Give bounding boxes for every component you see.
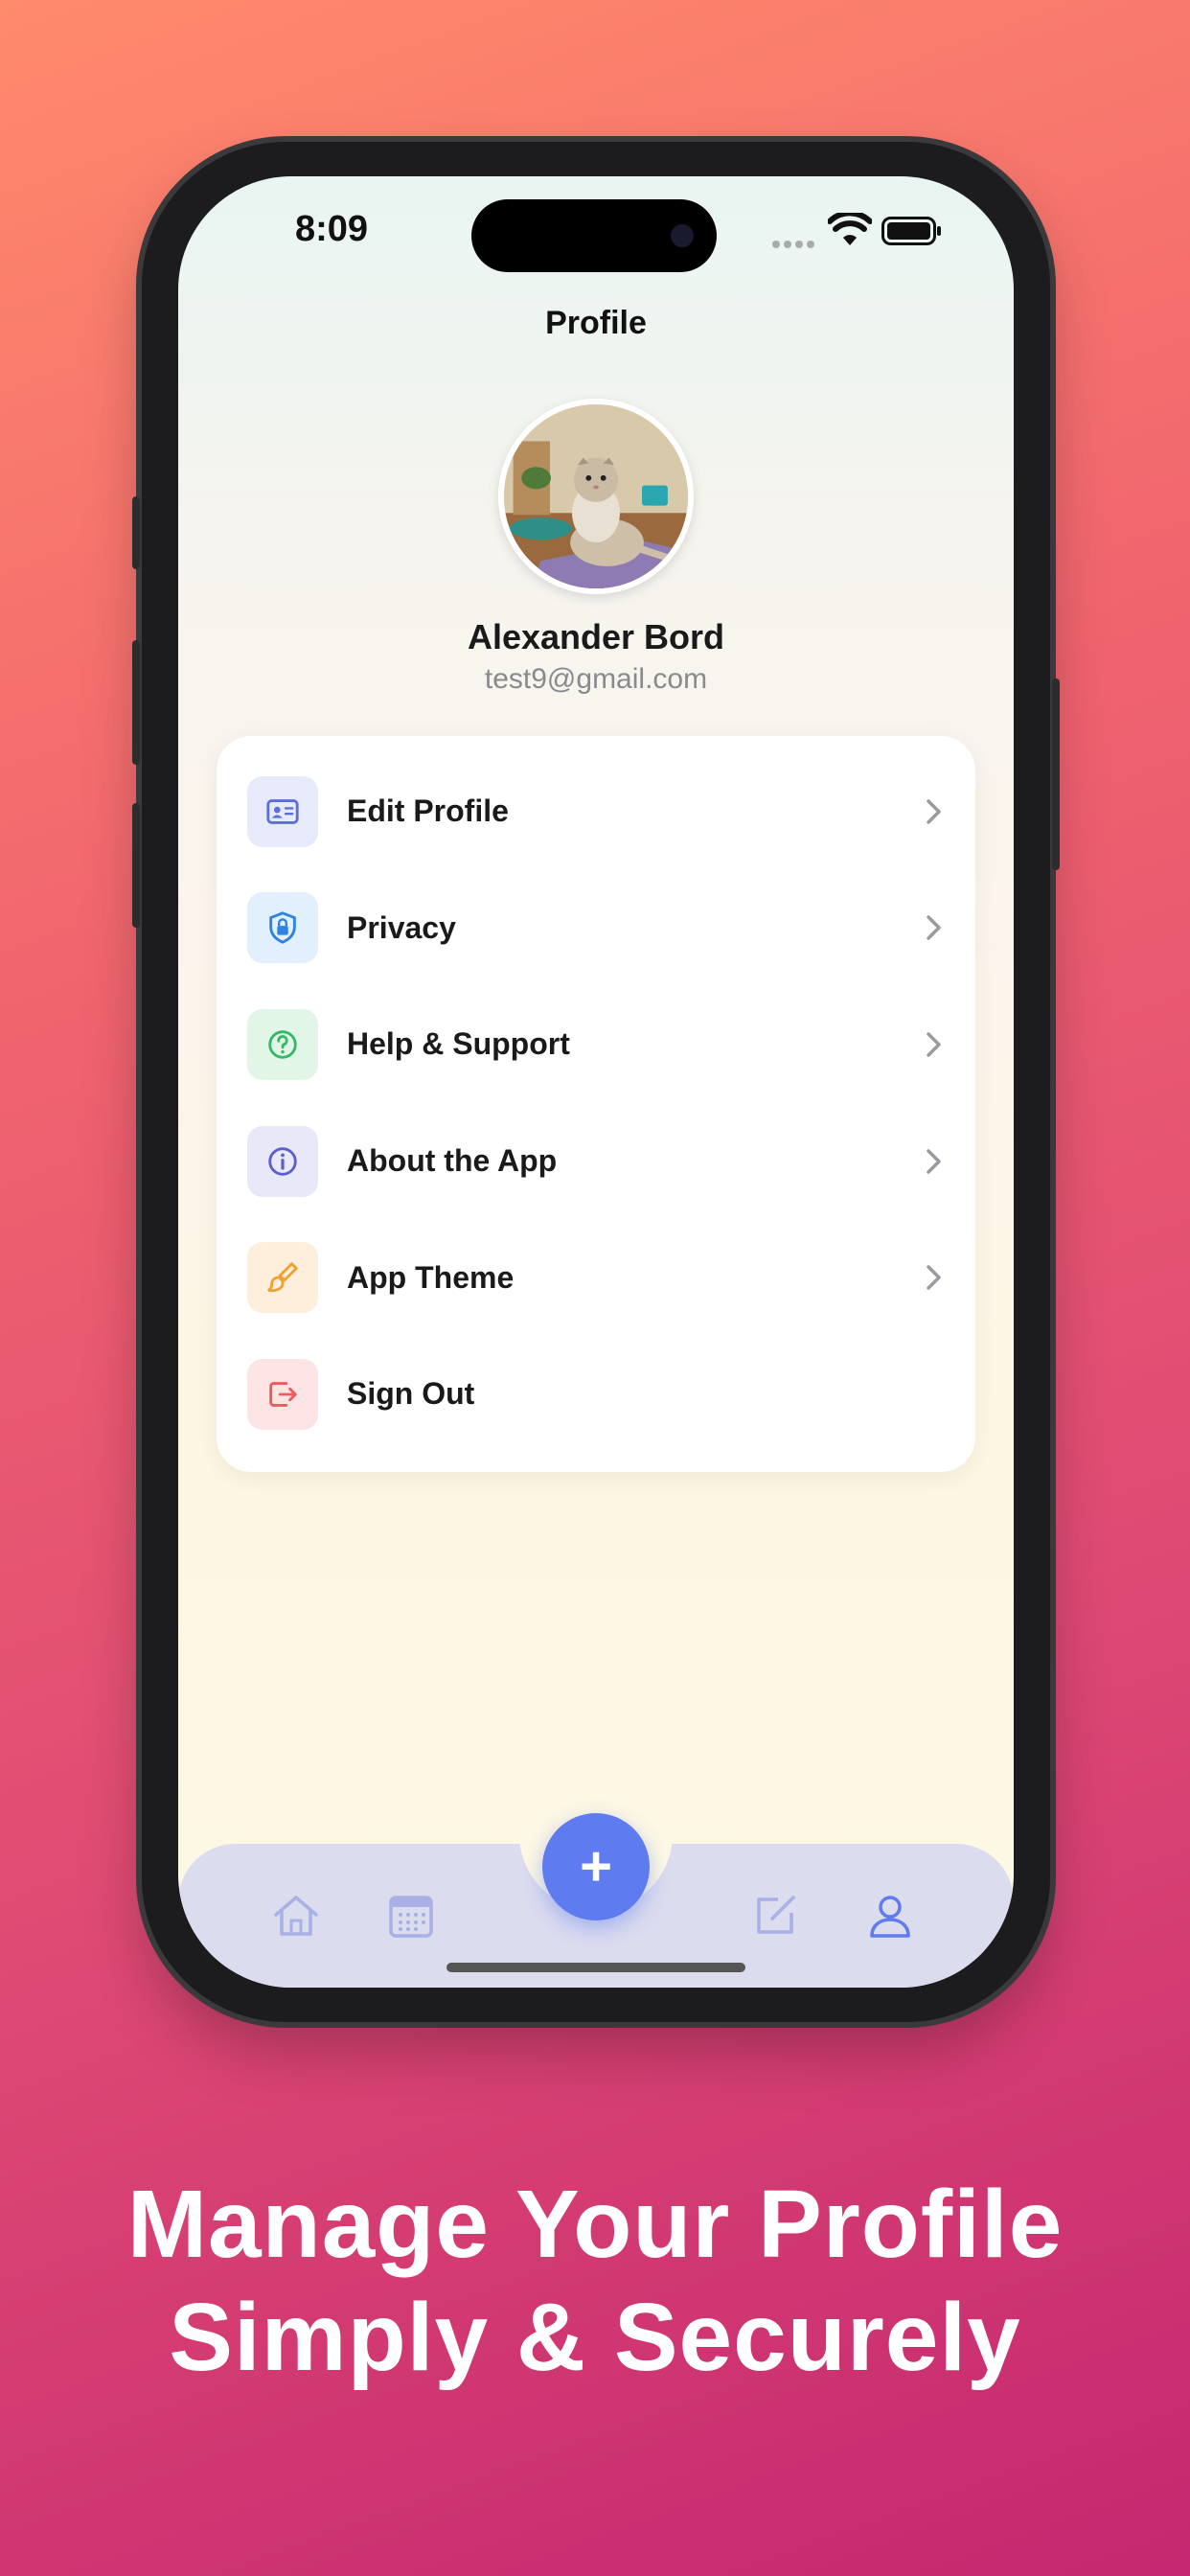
menu-item-about[interactable]: About the App: [247, 1103, 945, 1220]
menu-item-label: App Theme: [347, 1259, 515, 1295]
id-card-icon: [266, 798, 299, 824]
question-circle-icon: [268, 1030, 297, 1059]
menu-item-help-support[interactable]: Help & Support: [247, 986, 945, 1103]
paintbrush-icon: [267, 1262, 298, 1293]
menu-item-label: Privacy: [347, 909, 456, 945]
add-button[interactable]: +: [542, 1813, 650, 1920]
phone-frame: 8:09 Profile Alexander Bord test9@gmail.…: [132, 142, 1060, 2022]
power-button: [1052, 678, 1060, 870]
menu-item-app-theme[interactable]: App Theme: [247, 1219, 945, 1336]
status-time: 8:09: [295, 209, 369, 249]
menu-item-privacy[interactable]: Privacy: [247, 870, 945, 987]
privacy-icon-tile: [247, 892, 318, 964]
marketing-caption: Manage Your Profile Simply & Securely: [0, 2168, 1190, 2394]
settings-menu: Edit Profile Privacy Help & Support Abou…: [217, 736, 975, 1472]
menu-item-label: Help & Support: [347, 1026, 570, 1062]
plus-icon: +: [580, 1835, 612, 1898]
home-icon[interactable]: [270, 1890, 322, 1942]
profile-icon[interactable]: [864, 1890, 916, 1942]
page-title: Profile: [545, 305, 647, 341]
menu-item-edit-profile[interactable]: Edit Profile: [247, 753, 945, 870]
calendar-icon[interactable]: [385, 1890, 437, 1942]
about-icon-tile: [247, 1125, 318, 1197]
menu-item-label: Edit Profile: [347, 794, 509, 829]
sign-out-icon: [269, 1381, 297, 1407]
app-screen: 8:09 Profile Alexander Bord test9@gmail.…: [178, 176, 1014, 1988]
cellular-signal-icon: [772, 236, 818, 253]
edit-icon[interactable]: [749, 1890, 801, 1942]
status-bar: 8:09: [178, 176, 1014, 310]
chevron-right-icon: [927, 1265, 941, 1290]
help-icon-tile: [247, 1008, 318, 1080]
info-circle-icon: [268, 1146, 297, 1176]
user-name: Alexander Bord: [467, 617, 725, 656]
edit-profile-icon-tile: [247, 775, 318, 847]
volume-down-button: [132, 803, 140, 928]
home-indicator: [446, 1963, 745, 1972]
dynamic-island: [471, 199, 717, 272]
cat-photo: [504, 404, 688, 588]
theme-icon-tile: [247, 1242, 318, 1314]
menu-item-sign-out[interactable]: Sign Out: [247, 1336, 945, 1453]
avatar[interactable]: [498, 399, 694, 594]
volume-up-button: [132, 640, 140, 765]
shield-lock-icon: [269, 911, 296, 945]
chevron-right-icon: [927, 915, 941, 941]
battery-icon: [881, 217, 941, 245]
caption-line-2: Simply & Securely: [169, 2284, 1021, 2391]
action-button: [132, 496, 140, 569]
sign-out-icon-tile: [247, 1358, 318, 1430]
user-email: test9@gmail.com: [484, 663, 708, 695]
wifi-icon: [828, 213, 872, 245]
chevron-right-icon: [927, 799, 941, 824]
chevron-right-icon: [927, 1148, 941, 1174]
menu-item-label: Sign Out: [347, 1376, 475, 1412]
menu-item-label: About the App: [347, 1143, 558, 1179]
caption-line-1: Manage Your Profile: [126, 2171, 1064, 2278]
chevron-right-icon: [927, 1032, 941, 1057]
